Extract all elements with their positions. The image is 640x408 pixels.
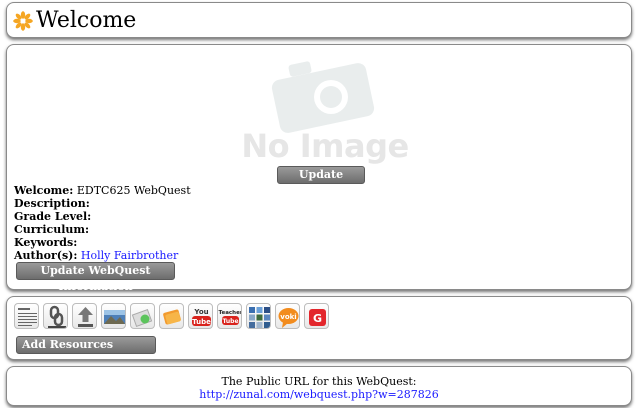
meta-value: EDTC625 WebQuest: [76, 184, 191, 197]
flower-icon: [13, 11, 33, 31]
youtube-icon[interactable]: You Tube: [188, 303, 213, 329]
flash-icon[interactable]: [130, 303, 155, 329]
resource-toolbar: You Tube Teacher Tube voki G: [14, 303, 329, 329]
folder-icon[interactable]: [159, 303, 184, 329]
add-resources-button[interactable]: Add Resources: [16, 336, 156, 354]
camera-icon: [271, 61, 375, 133]
meta-label: Curriculum:: [14, 223, 90, 236]
upload-icon[interactable]: [72, 303, 97, 329]
meta-row-welcome: Welcome: EDTC625 WebQuest: [14, 184, 191, 197]
text-icon[interactable]: [14, 303, 39, 329]
public-url-panel: The Public URL for this WebQuest: http:/…: [6, 366, 632, 406]
svg-text:Teacher: Teacher: [218, 310, 242, 316]
google-icon[interactable]: G: [304, 303, 329, 329]
svg-text:You: You: [193, 308, 208, 316]
meta-row-grade-level: Grade Level:: [14, 210, 191, 223]
webquest-metadata: Welcome: EDTC625 WebQuest Description: G…: [14, 184, 191, 262]
svg-text:Tube: Tube: [222, 318, 238, 325]
meta-row-authors: Author(s): Holly Fairbrother: [14, 249, 191, 262]
meta-label: Description:: [14, 197, 90, 210]
svg-text:G: G: [313, 312, 322, 325]
link-icon[interactable]: [43, 303, 68, 329]
meta-label: Welcome:: [14, 184, 74, 197]
webquest-info-panel: No Image Update Image Welcome: EDTC625 W…: [6, 44, 632, 293]
teachertube-icon[interactable]: Teacher Tube: [217, 303, 242, 329]
author-link[interactable]: Holly Fairbrother: [81, 249, 178, 262]
public-url-box: The Public URL for this WebQuest: http:/…: [7, 375, 631, 401]
public-url-caption: The Public URL for this WebQuest:: [221, 375, 417, 388]
meta-label: Keywords:: [14, 236, 78, 249]
no-image-placeholder: No Image: [239, 53, 411, 165]
public-url-link[interactable]: http://zunal.com/webquest.php?w=287826: [7, 388, 631, 401]
no-image-text: No Image: [241, 127, 409, 165]
svg-text:Tube: Tube: [192, 318, 211, 326]
title-row: Welcome: [13, 8, 136, 34]
page-title: Welcome: [36, 8, 137, 33]
svg-text:voki: voki: [280, 313, 296, 321]
meta-row-curriculum: Curriculum:: [14, 223, 191, 236]
gallery-icon[interactable]: [246, 303, 271, 329]
voki-icon[interactable]: voki: [275, 303, 300, 329]
meta-label: Grade Level:: [14, 210, 92, 223]
meta-row-description: Description:: [14, 197, 191, 210]
image-icon[interactable]: [101, 303, 126, 329]
resources-panel: You Tube Teacher Tube voki G Add Resources: [6, 296, 632, 360]
update-image-button[interactable]: Update Image: [277, 166, 365, 197]
meta-label: Author(s):: [14, 249, 78, 262]
meta-row-keywords: Keywords:: [14, 236, 191, 249]
title-panel: Welcome: [6, 2, 632, 38]
update-webquest-info-button[interactable]: Update WebQuest Information: [16, 262, 175, 293]
